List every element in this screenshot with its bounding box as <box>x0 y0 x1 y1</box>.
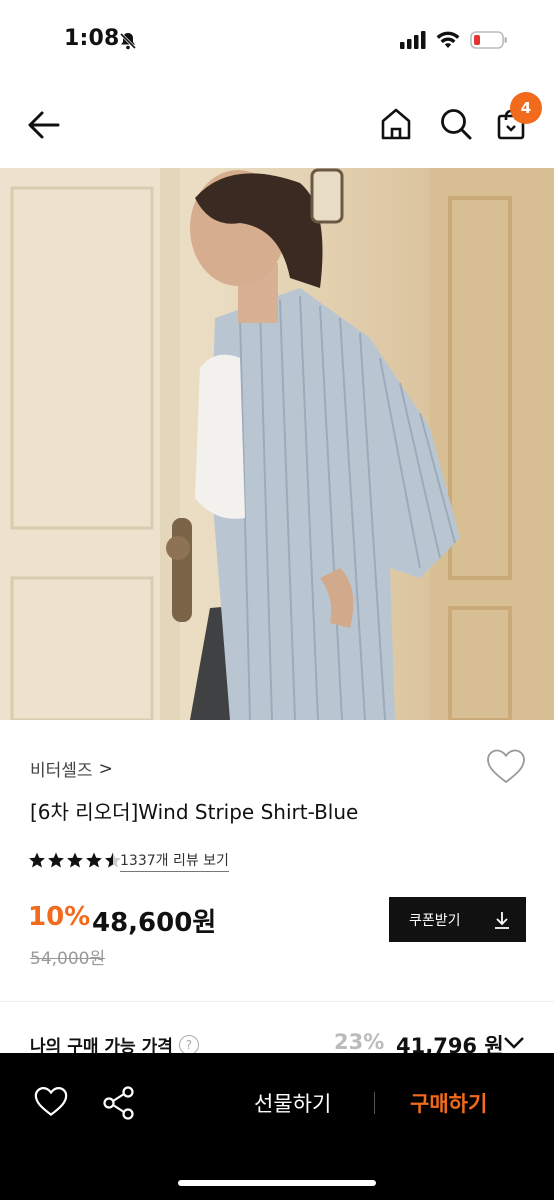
home-indicator[interactable] <box>178 1180 376 1186</box>
star-icon <box>29 852 45 868</box>
brand-link[interactable]: 비터셀즈 > <box>30 756 113 782</box>
home-button[interactable] <box>378 106 414 142</box>
status-time: 1:08 <box>64 26 120 51</box>
rating-stars <box>28 851 122 869</box>
star-icon <box>67 852 83 868</box>
chevron-down-icon <box>504 1037 524 1049</box>
star-icon <box>86 852 102 868</box>
back-button[interactable] <box>24 108 64 142</box>
arrow-left-icon <box>28 111 60 139</box>
battery-icon <box>470 31 507 49</box>
heart-outline-icon <box>34 1087 68 1117</box>
section-divider <box>0 1001 554 1002</box>
bottom-action-bar <box>0 1053 554 1200</box>
brand-name: 비터셀즈 <box>30 761 93 781</box>
bottom-separator <box>374 1092 375 1114</box>
wishlist-button[interactable] <box>486 748 526 786</box>
expand-my-price-button[interactable] <box>502 1034 526 1054</box>
original-price: 54,000원 <box>30 949 106 969</box>
review-link[interactable]: 1337개 리뷰 보기 <box>120 850 229 872</box>
signal-icon <box>400 31 426 49</box>
search-icon <box>441 109 472 140</box>
sale-price: 48,600원 <box>92 908 217 938</box>
buy-button[interactable]: 구매하기 <box>410 1088 487 1118</box>
status-indicators <box>400 30 508 50</box>
share-button[interactable] <box>102 1086 136 1120</box>
product-title: [6차 리오더]Wind Stripe Shirt-Blue <box>30 800 359 824</box>
download-icon <box>495 911 509 929</box>
bottom-wishlist-button[interactable] <box>34 1086 68 1118</box>
my-discount-rate: 23% <box>334 1030 385 1054</box>
coupon-button[interactable]: 쿠폰받기 <box>389 897 526 942</box>
share-icon <box>103 1086 134 1120</box>
chevron-right-icon: > <box>98 758 113 779</box>
bell-slash-icon <box>118 31 138 55</box>
star-icon <box>48 852 64 868</box>
product-detail-screen: 1:08 4 비터셀즈 > [6차 리오더]Wind Stripe Shirt-… <box>0 0 554 1200</box>
help-icon[interactable]: ? <box>178 1034 199 1055</box>
discount-rate: 10% <box>28 902 91 932</box>
cart-count-badge: 4 <box>510 92 542 124</box>
coupon-label: 쿠폰받기 <box>409 912 461 929</box>
wifi-icon <box>436 31 460 48</box>
product-image[interactable] <box>0 168 554 720</box>
home-icon <box>381 108 411 140</box>
gift-button[interactable]: 선물하기 <box>254 1088 331 1118</box>
search-button[interactable] <box>438 106 474 142</box>
heart-outline-icon <box>487 749 525 784</box>
